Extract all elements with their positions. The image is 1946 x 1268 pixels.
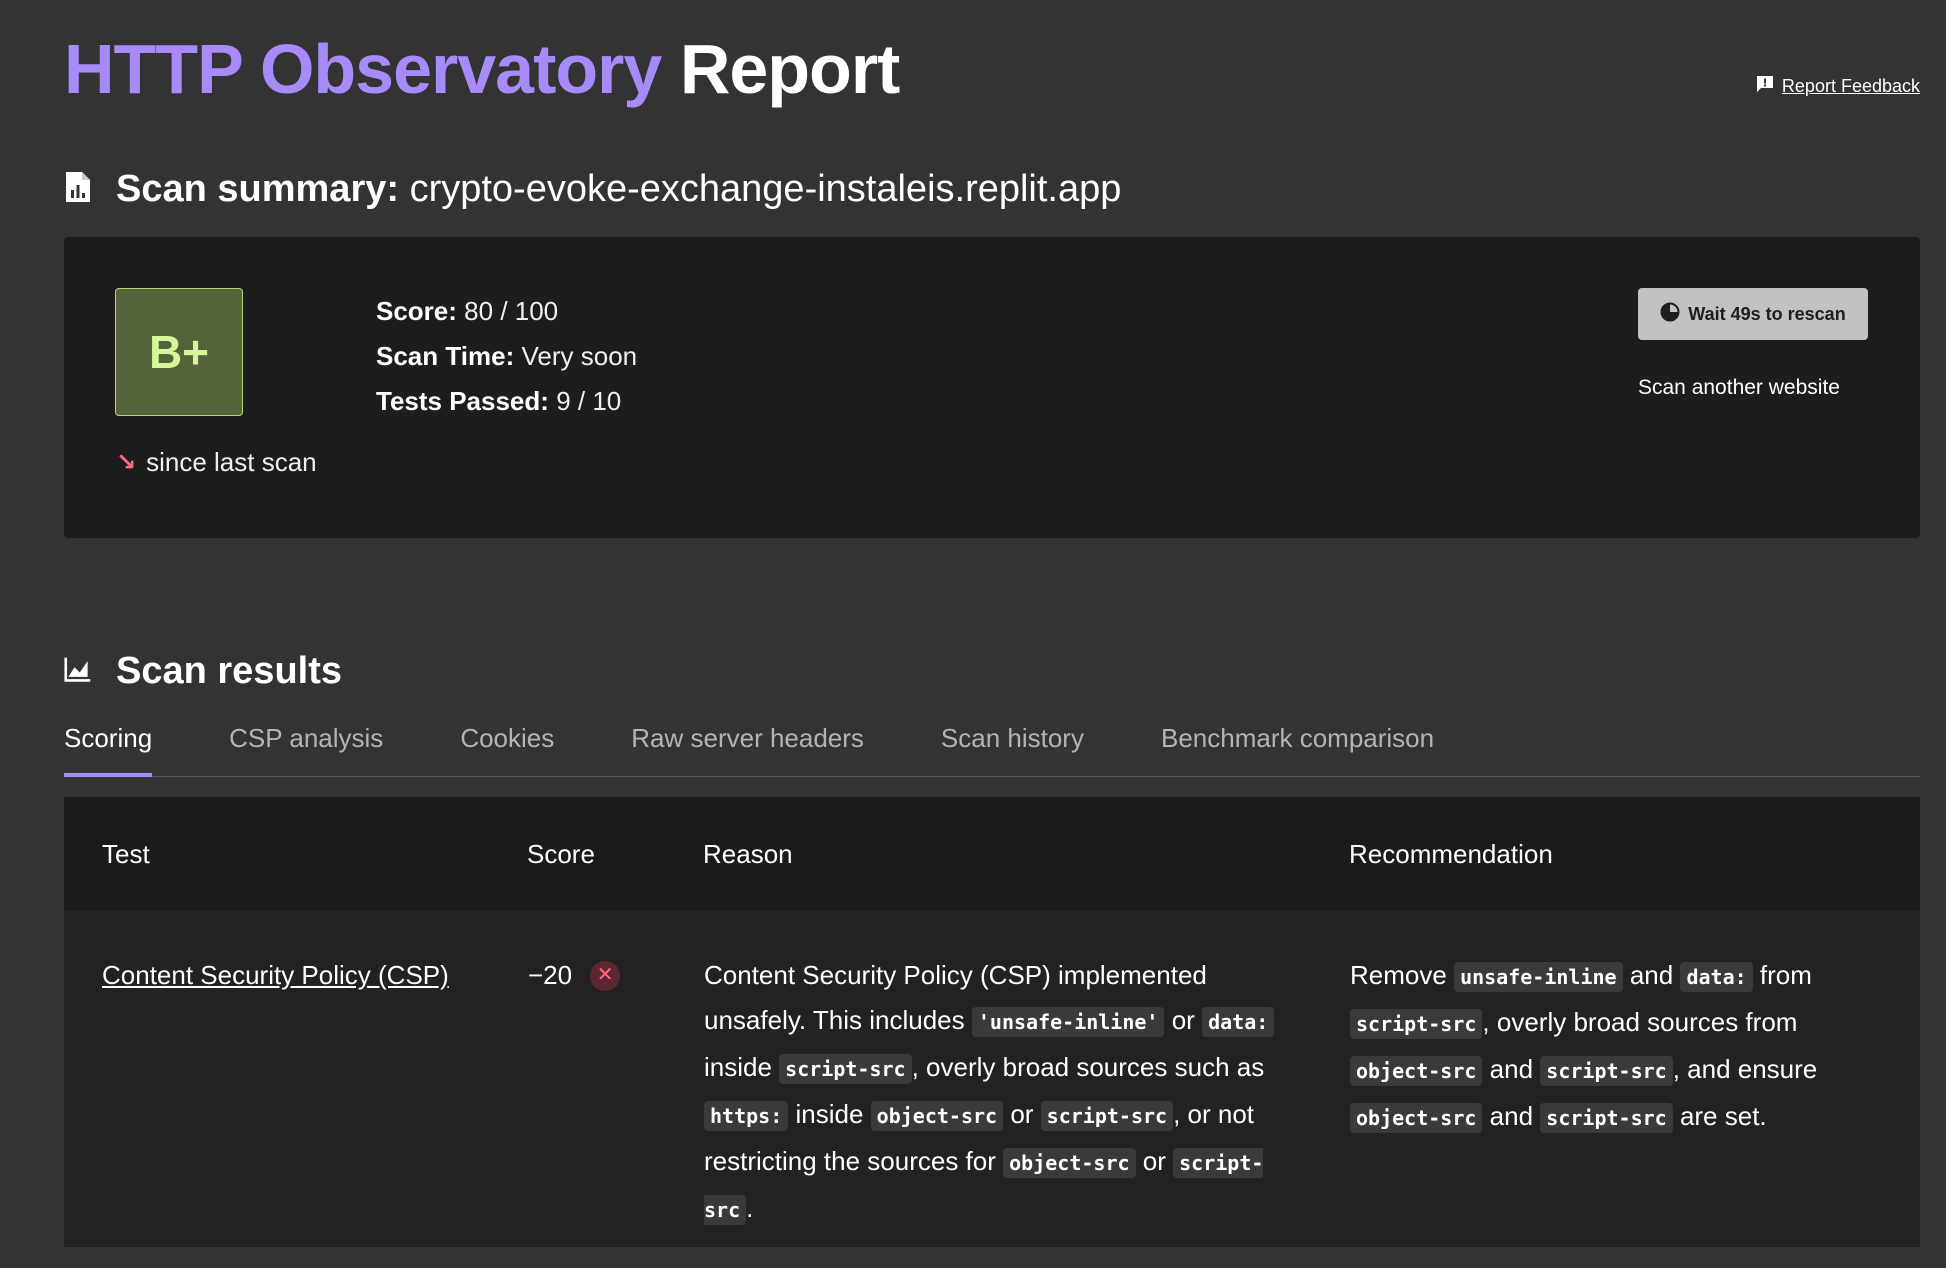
test-link-csp[interactable]: Content Security Policy (CSP) [102, 960, 449, 990]
scoring-table-container: Test Score Reason Recommendation Content… [64, 797, 1920, 1247]
scoring-table: Test Score Reason Recommendation Content… [64, 797, 1920, 1234]
page-header: HTTP Observatory Report Report Feedback [64, 0, 1920, 108]
report-document-icon [64, 170, 92, 209]
code-token: object-src [1350, 1103, 1483, 1133]
arrow-down-right-icon: ↘ [116, 449, 137, 476]
tab-cookies[interactable]: Cookies [460, 717, 554, 776]
grade-badge: B+ [115, 288, 243, 416]
observatory-report-page: HTTP Observatory Report Report Feedback … [0, 0, 1946, 1268]
code-token: 'unsafe-inline' [971, 1007, 1165, 1037]
column-header-score: Score [527, 838, 595, 869]
scan-actions: Wait 49s to rescan Scan another website [1638, 288, 1868, 400]
column-header-reason: Reason [703, 838, 793, 869]
score-stat: Score: 80 / 100 [376, 296, 559, 326]
scan-summary-card: B+ ↘ since last scan Score: 80 / 100 Sca… [64, 237, 1920, 538]
chart-icon [64, 652, 92, 691]
tab-csp-analysis[interactable]: CSP analysis [229, 717, 383, 776]
code-token: script-src [1540, 1056, 1673, 1086]
results-tabs: Scoring CSP analysis Cookies Raw server … [64, 717, 1920, 777]
code-token: data: [1680, 962, 1753, 992]
code-token: script-src [1540, 1103, 1673, 1133]
tests-passed-stat: Tests Passed: 9 / 10 [376, 386, 622, 416]
code-token: script-src [1040, 1101, 1174, 1131]
scan-results-title: Scan results [116, 650, 342, 692]
code-token: script-src [1350, 1009, 1483, 1039]
scan-results-heading: Scan results [64, 650, 1920, 693]
scan-another-website-link[interactable]: Scan another website [1638, 376, 1868, 400]
scan-time-label: Scan Time [376, 341, 506, 371]
reason-cell: Content Security Policy (CSP) implemente… [703, 911, 1349, 1234]
recommendation-cell: Remove unsafe-inline and data: from scri… [1350, 960, 1818, 1133]
score-modifier: −20 [528, 960, 573, 990]
report-feedback-link[interactable]: Report Feedback [1755, 74, 1920, 99]
code-token: unsafe-inline [1454, 962, 1623, 992]
scanned-host: crypto-evoke-exchange-instaleis.replit.a… [409, 168, 1122, 210]
close-circle-icon: ✕ [590, 960, 621, 991]
code-token: script-src [779, 1054, 912, 1084]
timer-pie-icon [1660, 302, 1680, 327]
code-token: data: [1202, 1007, 1275, 1037]
scan-summary-label: Scan summary: [116, 168, 400, 210]
code-token: object-src [870, 1101, 1004, 1131]
score-value: 80 / 100 [464, 296, 559, 326]
tab-raw-server-headers[interactable]: Raw server headers [631, 717, 864, 776]
column-header-test: Test [102, 838, 150, 869]
scan-time-stat: Scan Time: Very soon [376, 341, 638, 371]
scan-time-value: Very soon [521, 341, 638, 371]
table-row: Content Security Policy (CSP) −20 ✕ Cont… [64, 911, 1920, 1234]
tests-passed-label: Tests Passed [376, 386, 541, 416]
tests-passed-value: 9 / 10 [556, 386, 622, 416]
trend-label: since last scan [146, 447, 317, 477]
tab-benchmark-comparison[interactable]: Benchmark comparison [1161, 717, 1434, 776]
title-accent: HTTP Observatory [64, 30, 662, 108]
score-label: Score [376, 296, 449, 326]
code-token: object-src [1003, 1148, 1136, 1178]
code-token: https: [704, 1101, 789, 1131]
scan-summary-heading: Scan summary: crypto-evoke-exchange-inst… [64, 168, 1920, 211]
rescan-button[interactable]: Wait 49s to rescan [1638, 288, 1868, 340]
page-title: HTTP Observatory Report [64, 30, 901, 108]
column-header-recommendation: Recommendation [1349, 838, 1553, 869]
test-cell: Content Security Policy (CSP) [64, 911, 527, 1234]
tab-scan-history[interactable]: Scan history [941, 717, 1084, 776]
trend-indicator: ↘ since last scan [116, 447, 317, 478]
score-cell: −20 ✕ [527, 911, 703, 1234]
scan-summary-title: Scan summary: crypto-evoke-exchange-inst… [116, 168, 1121, 211]
rescan-label: Wait 49s to rescan [1688, 303, 1846, 324]
scan-stats: Score: 80 / 100 Scan Time: Very soon Tes… [376, 289, 637, 424]
code-token: object-src [1350, 1056, 1483, 1086]
feedback-icon [1755, 74, 1775, 99]
feedback-label: Report Feedback [1781, 76, 1920, 96]
title-plain: Report [679, 30, 901, 108]
tab-scoring[interactable]: Scoring [64, 717, 153, 777]
table-header-row: Test Score Reason Recommendation [64, 797, 1920, 911]
